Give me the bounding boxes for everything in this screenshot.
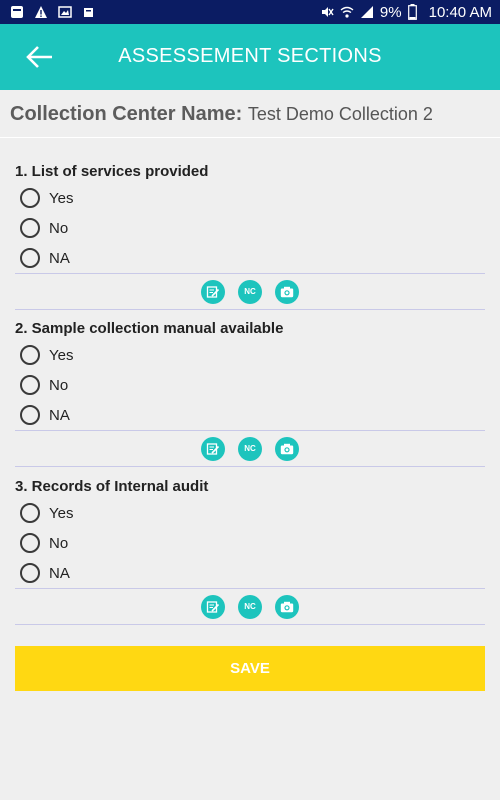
wifi-icon: [340, 6, 354, 18]
radio-button[interactable]: [20, 563, 40, 583]
page-title: ASSESSEMENT SECTIONS: [118, 45, 382, 67]
question-actions: NC: [15, 431, 485, 466]
radio-button[interactable]: [20, 218, 40, 238]
question-title: 2. Sample collection manual available: [15, 320, 284, 337]
question-actions: NC: [15, 274, 485, 309]
edit-note-icon: [206, 285, 220, 298]
nc-button[interactable]: NC: [238, 436, 262, 461]
remark-button[interactable]: [201, 594, 225, 619]
remark-button[interactable]: [201, 279, 225, 304]
nc-label: NC: [244, 602, 256, 611]
radio-button[interactable]: [20, 405, 40, 425]
option-label: NA: [49, 249, 70, 267]
option-label: NA: [49, 564, 70, 582]
option-no[interactable]: No: [15, 528, 485, 558]
edit-note-icon: [206, 600, 220, 613]
option-label: Yes: [49, 346, 74, 364]
divider: [15, 309, 485, 310]
option-label: Yes: [49, 189, 74, 207]
header-divider: [0, 137, 500, 138]
question-title: 1. List of services provided: [15, 163, 209, 180]
nc-button[interactable]: NC: [238, 594, 262, 619]
option-yes[interactable]: Yes: [15, 340, 485, 370]
divider: [15, 624, 485, 625]
divider: [15, 466, 485, 467]
option-yes[interactable]: Yes: [15, 498, 485, 528]
app-notification-icon: [11, 6, 23, 18]
collection-center-value: Test Demo Collection 2: [247, 104, 433, 124]
save-button[interactable]: SAVE: [15, 646, 485, 691]
camera-button[interactable]: [275, 279, 299, 304]
radio-button[interactable]: [20, 533, 40, 553]
nc-label: NC: [244, 444, 256, 453]
camera-icon: [280, 443, 294, 454]
nc-label: NC: [244, 287, 256, 296]
image-icon: [58, 6, 72, 18]
option-yes[interactable]: Yes: [15, 183, 485, 213]
camera-icon: [280, 286, 294, 297]
signal-icon: [360, 6, 373, 18]
option-label: No: [49, 219, 69, 237]
battery-icon: [407, 4, 417, 20]
radio-button[interactable]: [20, 345, 40, 365]
camera-icon: [280, 601, 294, 612]
option-na[interactable]: NA: [15, 400, 485, 430]
option-label: No: [49, 534, 69, 552]
question-2: 2. Sample collection manual available Ye…: [15, 318, 485, 467]
option-no[interactable]: No: [15, 370, 485, 400]
option-na[interactable]: NA: [15, 243, 485, 273]
option-na[interactable]: NA: [15, 558, 485, 588]
edit-note-icon: [206, 442, 220, 455]
radio-button[interactable]: [20, 248, 40, 268]
radio-button[interactable]: [20, 188, 40, 208]
edit-notification-icon: [84, 8, 93, 17]
radio-button[interactable]: [20, 503, 40, 523]
question-title: 3. Records of Internal audit: [15, 478, 209, 495]
option-label: Yes: [49, 504, 74, 522]
mute-icon: [321, 7, 334, 17]
camera-button[interactable]: [275, 436, 299, 461]
option-label: No: [49, 376, 69, 394]
status-system: 9% 10:40 AM: [320, 2, 492, 22]
status-notifications: [10, 4, 96, 20]
radio-button[interactable]: [20, 375, 40, 395]
nc-button[interactable]: NC: [238, 279, 262, 304]
battery-percent: 9%: [379, 3, 402, 21]
question-actions: NC: [15, 589, 485, 624]
camera-button[interactable]: [275, 594, 299, 619]
status-bar: 9% 10:40 AM: [0, 0, 500, 24]
option-label: NA: [49, 406, 70, 424]
app-bar: ASSESSEMENT SECTIONS: [0, 24, 500, 90]
warning-icon: [35, 6, 47, 18]
collection-center-line: Collection Center Name: Test Demo Collec…: [10, 103, 490, 126]
option-no[interactable]: No: [15, 213, 485, 243]
question-1: 1. List of services provided Yes No NA N…: [15, 161, 485, 310]
clock: 10:40 AM: [428, 3, 492, 21]
remark-button[interactable]: [201, 436, 225, 461]
collection-center-label: Collection Center Name:: [10, 103, 243, 125]
question-3: 3. Records of Internal audit Yes No NA N…: [15, 476, 485, 625]
